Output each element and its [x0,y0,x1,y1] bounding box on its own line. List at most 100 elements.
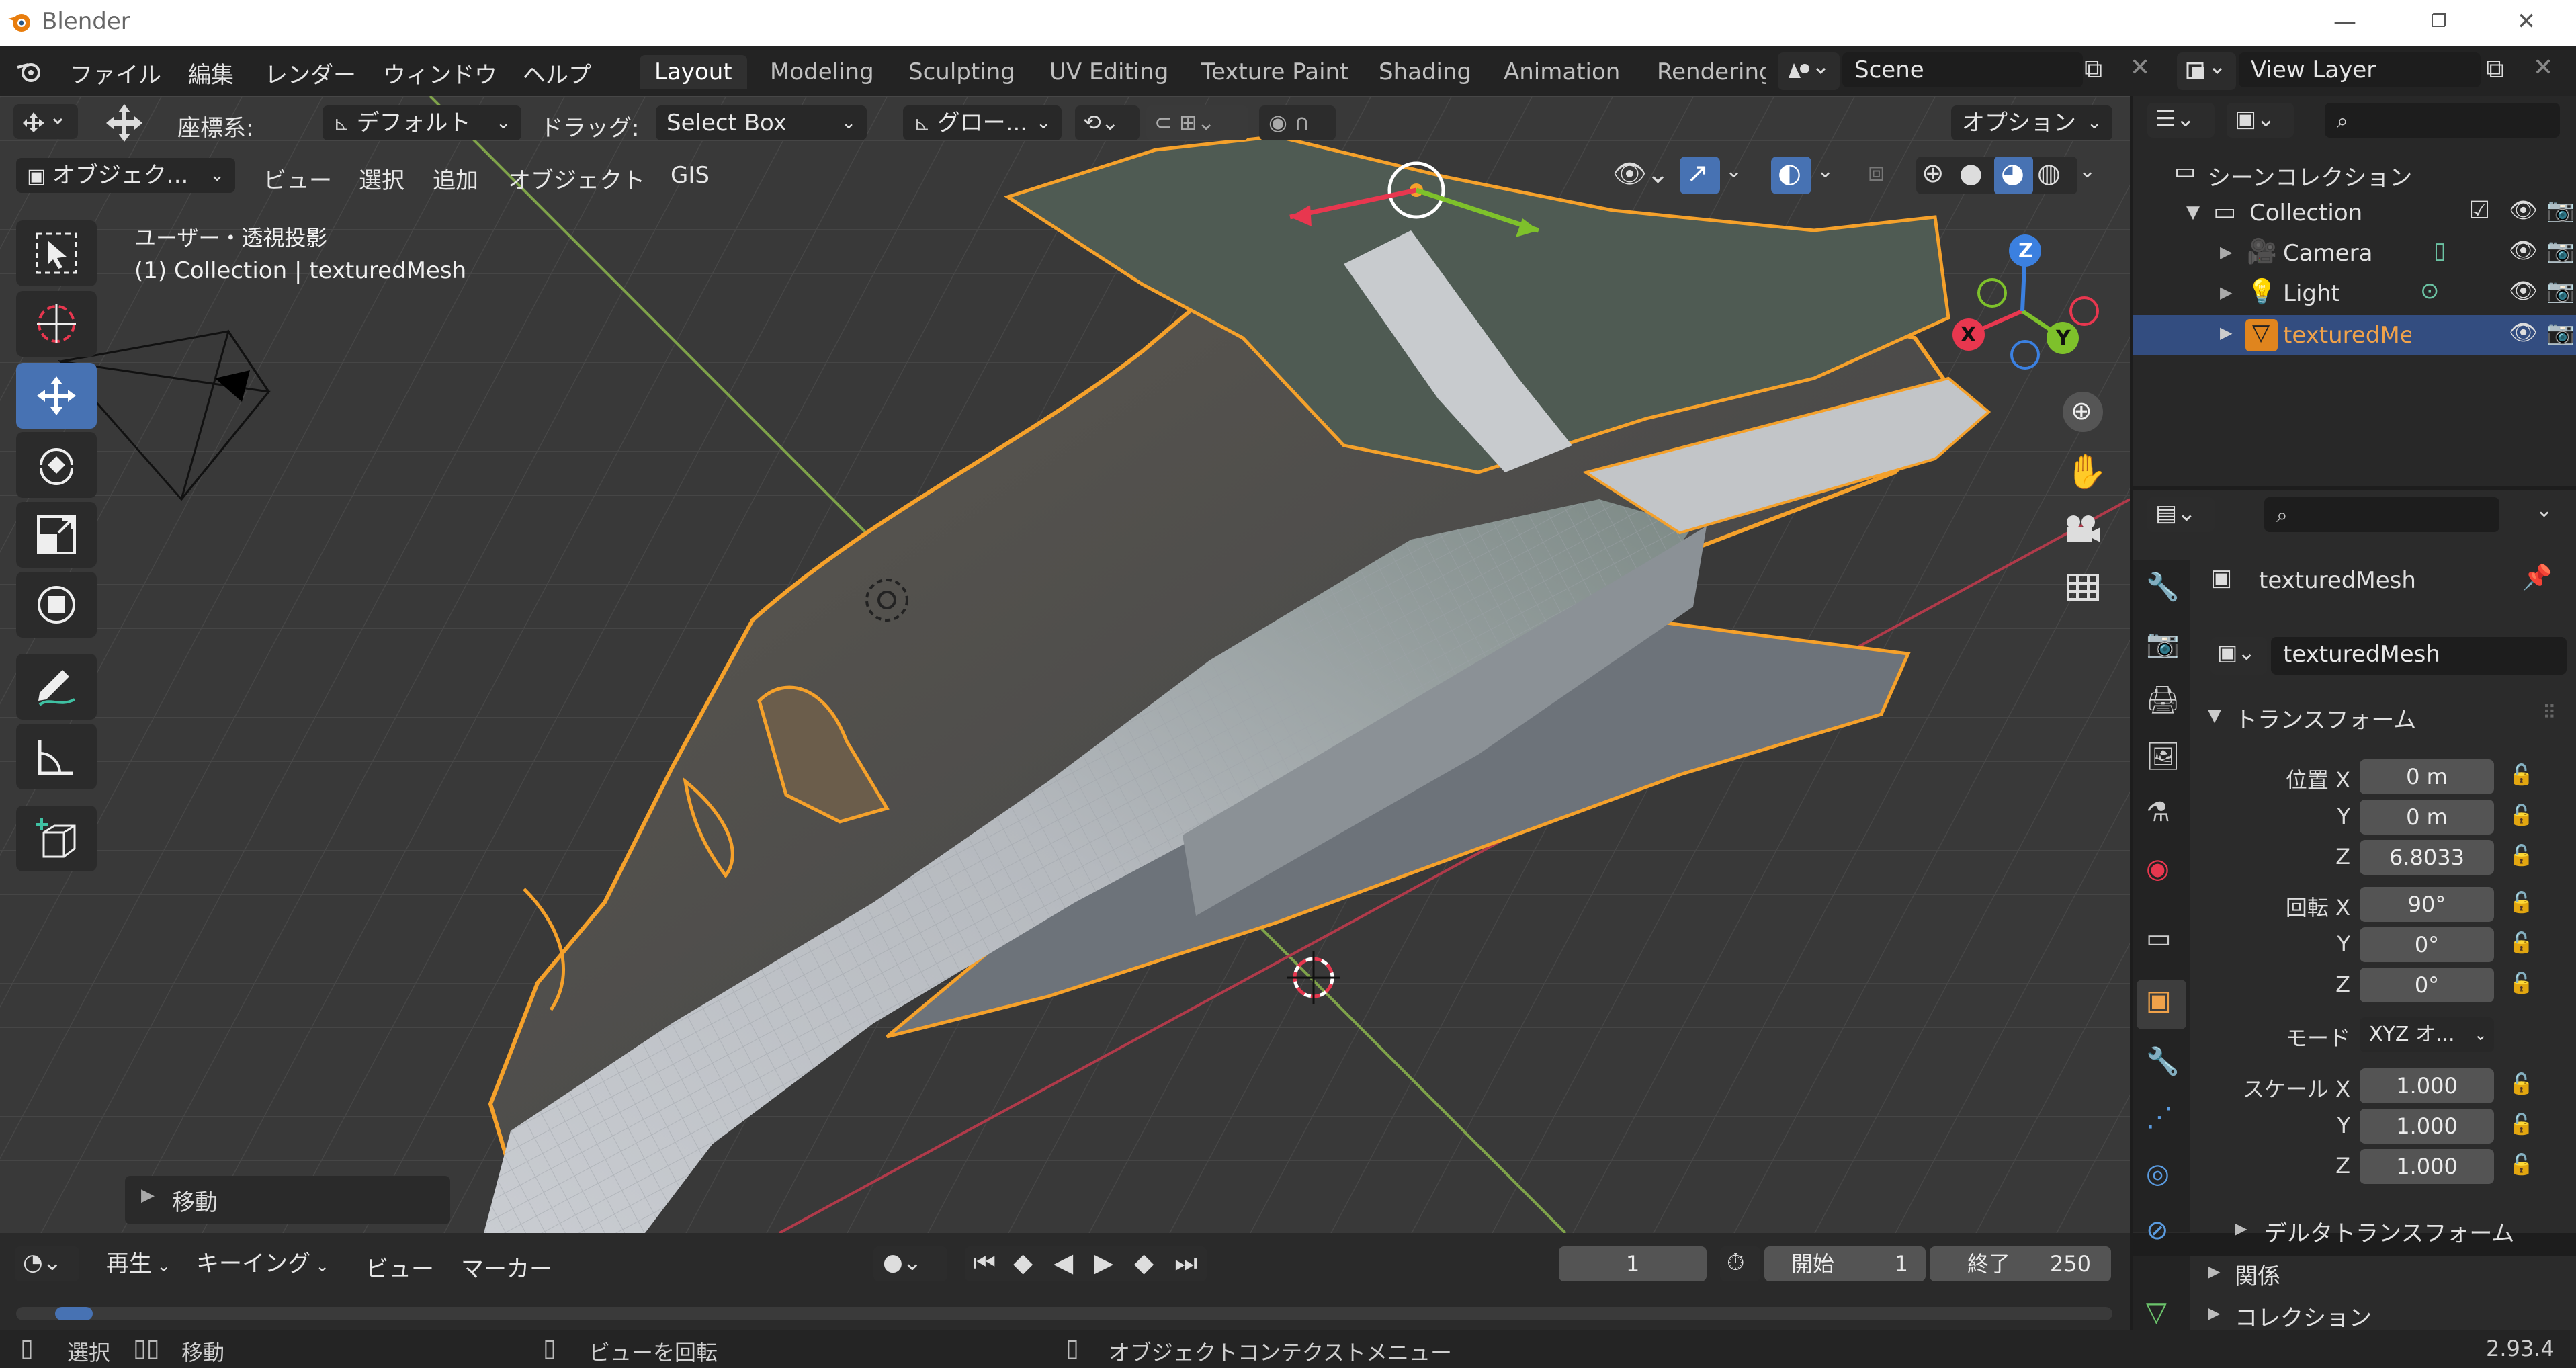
expand-arrow-icon[interactable]: ▶ [2220,243,2232,261]
object-browse-button[interactable]: ▣⌄ [2210,637,2267,675]
properties-search-input[interactable]: ⌕ [2264,497,2499,532]
object-tab[interactable]: ▣ [2137,980,2186,1029]
menu-window[interactable]: ウィンドウ [383,56,497,89]
physics-tab-icon[interactable]: ◎ [2146,1158,2170,1189]
tool-mode-dropdown[interactable] [13,104,78,139]
render-camera-icon[interactable]: 📷 [2546,237,2575,264]
menu-render[interactable]: レンダー [265,56,356,89]
collection-section[interactable]: コレクション [2235,1299,2372,1332]
lock-icon[interactable]: 🔓 [2509,1072,2534,1096]
outliner-item-texturedmesh[interactable]: ▶ ▽ texturedMesh 👁 📷 [2133,315,2576,355]
preview-range-toggle[interactable]: ⏱ [1720,1246,1760,1281]
view-layer-browse-button[interactable] [2177,52,2236,90]
zoom-button[interactable]: ⊕ [2063,392,2103,432]
lock-icon[interactable]: 🔓 [2509,931,2534,955]
pivot-dropdown[interactable]: ⟲⌄ [1075,105,1140,140]
scene-remove-icon[interactable]: ✕ [2130,54,2150,81]
expand-arrow-icon[interactable]: ▶ [2208,1262,2220,1281]
chevron-down-icon[interactable]: ⌄ [2536,499,2552,522]
viewport-menu-view[interactable]: ビュー [263,162,332,195]
collection-checkbox-icon[interactable]: ☑ [2468,197,2490,224]
location-x-field[interactable]: 0 m [2360,759,2494,794]
tab-sculpting[interactable]: Sculpting [894,55,1030,89]
coord-system-dropdown[interactable]: ⊾ デフォルト ⌄ [323,105,521,140]
gizmo-toggle[interactable]: ↗ [1680,157,1720,194]
playback-menu[interactable]: 再生 ⌄ [95,1246,179,1281]
view-layer-new-icon[interactable]: ⧉ [2486,54,2504,84]
scene-name-field[interactable]: Scene [1842,52,2083,87]
jump-end-icon[interactable]: ⏭ [1174,1248,1197,1278]
constraints-tab-icon[interactable]: ⊘ [2146,1215,2169,1246]
rendered-shading-icon[interactable]: ◍ [2037,158,2061,189]
rotation-y-field[interactable]: 0° [2360,927,2494,962]
display-mode-dropdown[interactable]: ▣⌄ [2227,103,2294,138]
play-icon[interactable]: ▶ [1094,1248,1113,1277]
viewport-menu-select[interactable]: 選択 [359,162,404,195]
render-camera-icon[interactable]: 📷 [2546,319,2575,346]
tab-animation[interactable]: Animation [1489,55,1635,89]
jump-start-icon[interactable]: ⏮ [973,1248,996,1278]
pin-icon[interactable]: 📌 [2522,563,2552,591]
relations-section[interactable]: 関係 [2235,1258,2280,1291]
tool-measure[interactable] [16,724,97,789]
restore-button[interactable]: ❐ [2419,5,2459,38]
render-camera-icon[interactable]: 📷 [2546,197,2575,224]
collapse-arrow-icon[interactable]: ▼ [2208,706,2221,726]
outliner-item-light[interactable]: ▶ 💡 Light ⊙ 👁 📷 [2220,276,2575,314]
scale-x-field[interactable]: 1.000 [2360,1068,2494,1103]
auto-keying-toggle[interactable]: ●⌄ [873,1246,947,1281]
camera-data-icon[interactable]: ▯ [2434,237,2446,264]
keying-menu[interactable]: キーイング ⌄ [185,1246,344,1281]
ortho-toggle-icon[interactable] [2063,570,2103,603]
render-tab-icon[interactable]: 📷 [2146,628,2180,659]
expand-arrow-icon[interactable]: ▶ [2220,323,2232,342]
pan-hand-icon[interactable]: ✋ [2065,452,2107,492]
view-layer-tab-icon[interactable]: 🖼 [2146,740,2180,772]
tool-move[interactable] [16,363,97,429]
tab-rendering[interactable]: Rendering [1642,55,1766,89]
collection-tab-icon[interactable]: ▭ [2146,923,2172,954]
solid-shading-icon[interactable]: ● [1959,158,1983,189]
view-layer-name-field[interactable]: View Layer [2239,52,2481,87]
close-button[interactable]: ✕ [2506,5,2546,38]
modifier-tab-icon[interactable]: 🔧 [2146,1045,2180,1077]
next-keyframe-icon[interactable]: ◆ [1134,1248,1154,1277]
tab-shading[interactable]: Shading [1364,55,1486,89]
tool-cursor[interactable] [16,291,97,357]
transform-move-icon[interactable] [101,103,148,143]
overlay-toggle[interactable]: ◐ [1771,157,1811,194]
outliner-collection[interactable]: ▼ ▭ Collection ☑ 👁 📷 [2186,196,2575,233]
material-shading-button[interactable]: ◕ [1994,157,2033,194]
lock-icon[interactable]: 🔓 [2509,844,2534,867]
scene-new-icon[interactable]: ⧉ [2084,54,2102,84]
timeline-menu-view[interactable]: ビュー [366,1250,434,1283]
3d-viewport[interactable]: X Y Z ⊕ ✋ ユーザー・透視投影 (1) Collection | tex… [0,96,2130,1233]
xray-icon[interactable]: ⧈ [1868,157,1885,187]
data-tab-icon[interactable]: ▽ [2146,1297,2167,1328]
expand-arrow-icon[interactable]: ▶ [2220,283,2232,302]
outliner-scene-collection[interactable]: ▭ シーンコレクション [2174,155,2564,193]
lock-icon[interactable]: 🔓 [2509,804,2534,827]
delta-transform-section[interactable]: デルタトランスフォーム [2264,1215,2514,1248]
prev-keyframe-icon[interactable]: ◆ [1013,1248,1033,1277]
visibility-eye-icon[interactable]: 👁⌄ [1613,158,1669,189]
lock-icon[interactable]: 🔓 [2509,972,2534,995]
drag-dropdown[interactable]: Select Box ⌄ [656,105,867,140]
tool-transform[interactable] [16,572,97,638]
options-dropdown[interactable]: オプション ⌄ [1951,105,2112,140]
tool-add-cube[interactable] [16,806,97,871]
view-layer-remove-icon[interactable]: ✕ [2533,54,2553,81]
viewport-menu-object[interactable]: オブジェクト [508,162,645,195]
object-name-field[interactable]: texturedMesh [2271,637,2567,675]
location-z-field[interactable]: 6.8033 [2360,840,2494,875]
wireframe-shading-icon[interactable]: ⊕ [1922,158,1944,189]
minimize-button[interactable]: — [2325,5,2365,38]
menu-edit[interactable]: 編集 [188,56,234,89]
lock-icon[interactable]: 🔓 [2509,1113,2534,1136]
light-data-icon[interactable]: ⊙ [2420,277,2440,304]
particles-tab-icon[interactable]: ⋰ [2146,1102,2173,1133]
eye-icon[interactable]: 👁 [2509,237,2538,264]
end-frame-field[interactable]: 終了 250 [1930,1246,2111,1281]
scene-tab-icon[interactable]: ⚗ [2146,797,2170,828]
current-frame-field[interactable]: 1 [1559,1246,1707,1281]
